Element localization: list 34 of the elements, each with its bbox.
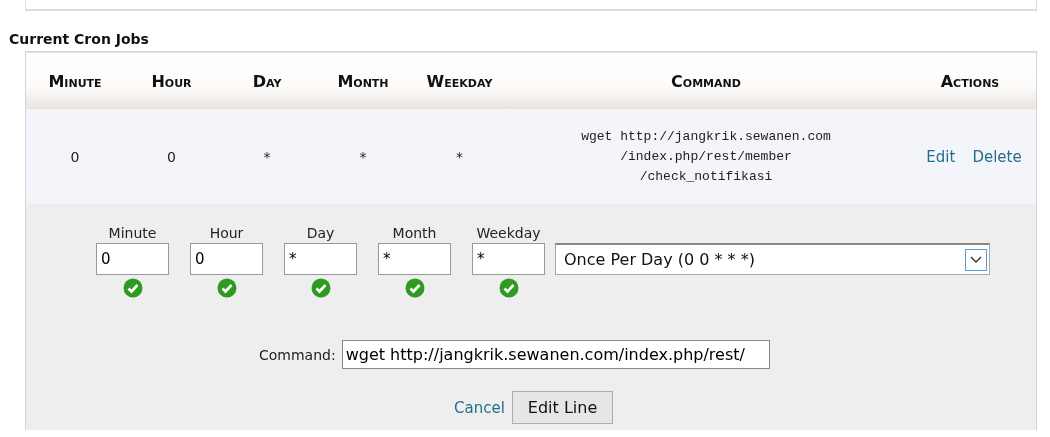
input-field[interactable]: 0	[190, 243, 263, 275]
field-label: Weekday	[476, 224, 541, 243]
column-header: Month	[337, 71, 389, 91]
input-field[interactable]: *	[378, 243, 451, 275]
command-text-line: wget http://jangkrik.sewanen.com	[581, 128, 831, 144]
edit-line-button[interactable]: Edit Line	[511, 391, 614, 424]
cancel-link[interactable]: Cancel	[454, 398, 505, 417]
input-field[interactable]: 0	[96, 243, 169, 275]
column-header: Command	[671, 71, 741, 91]
column-header: Minute	[48, 71, 102, 91]
command-input[interactable]: wget http://jangkrik.sewanen.com/index.php/rest/	[341, 340, 770, 369]
table-cell: 0	[70, 148, 80, 165]
field-label: Hour	[209, 224, 244, 243]
table-cell: *	[456, 148, 463, 165]
command-text-line: /index.php/rest/member	[620, 148, 792, 164]
table-cell: *	[263, 148, 271, 165]
field-label: Month	[392, 224, 437, 243]
table-cell: 0	[167, 148, 176, 165]
command-text-line: /check_notifikasi	[639, 168, 773, 184]
column-header: Weekday	[426, 71, 493, 91]
field-label: Minute	[108, 224, 157, 243]
field-label: Command:	[259, 345, 336, 365]
caret-icon	[970, 255, 982, 264]
column-header: Hour	[151, 71, 192, 91]
table-cell: *	[359, 148, 367, 165]
action-link[interactable]: Delete	[972, 147, 1022, 166]
action-link[interactable]: Edit	[926, 147, 956, 166]
preset-select[interactable]: Once Per Day (0 0 * * *)	[555, 243, 990, 275]
input-field[interactable]: *	[472, 243, 545, 275]
column-header: Day	[252, 71, 282, 91]
input-field[interactable]: *	[284, 243, 357, 275]
section-title: Current Cron Jobs	[9, 31, 150, 49]
column-header: Actions	[940, 71, 1000, 91]
field-label: Day	[306, 224, 335, 243]
